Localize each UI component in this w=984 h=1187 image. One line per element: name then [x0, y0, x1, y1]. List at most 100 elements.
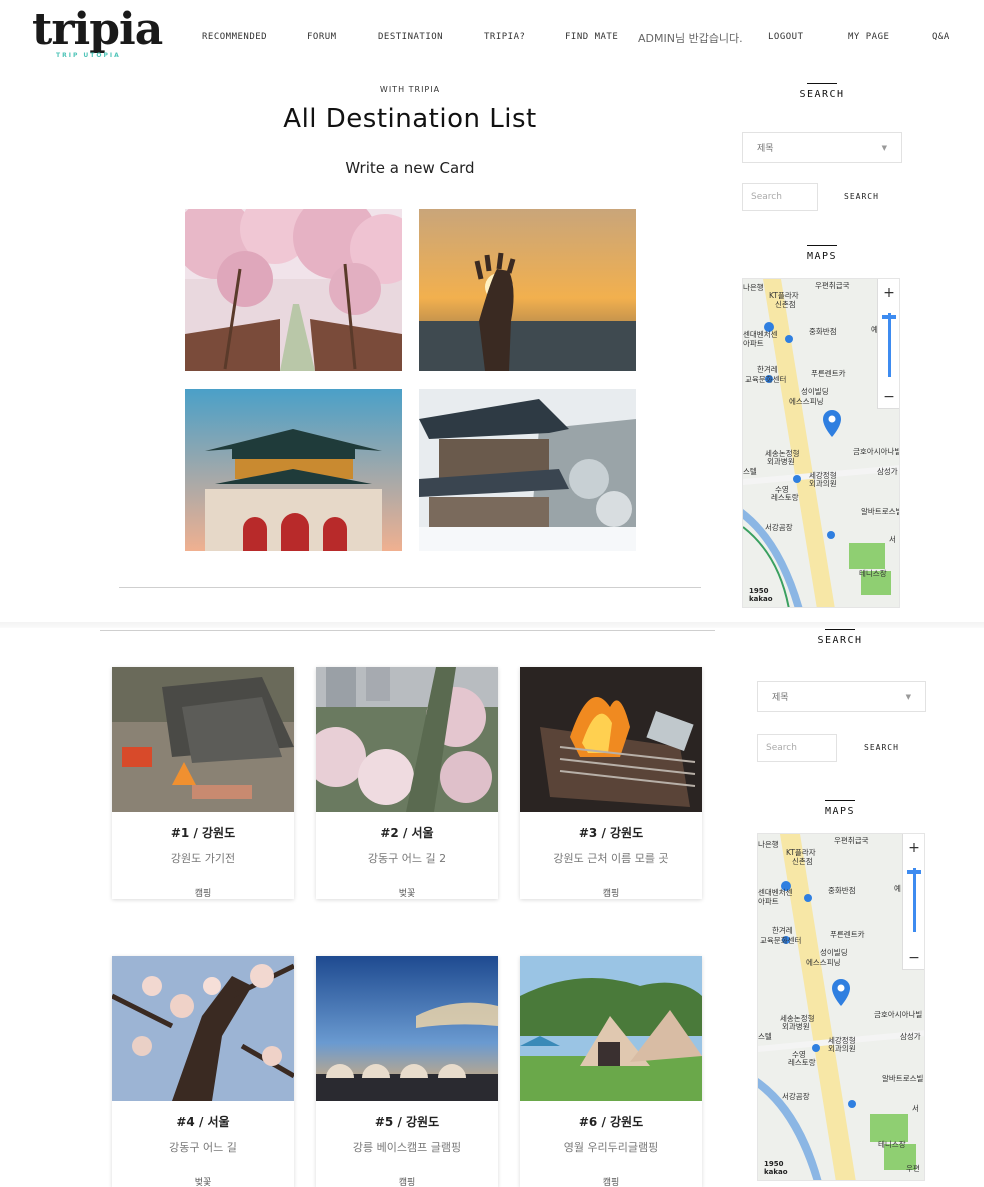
- card-title: #6 / 강원도: [578, 1115, 644, 1129]
- card-tag: 벚꽃: [194, 1178, 212, 1187]
- card-image-camping-tent[interactable]: [112, 667, 294, 812]
- section-divider: [119, 587, 701, 588]
- map-label: 레스토랑: [788, 1058, 816, 1067]
- zoom-slider-track[interactable]: [913, 868, 916, 932]
- card-image-cherry-blossom-road[interactable]: [316, 667, 498, 812]
- map-zoom-control[interactable]: + −: [902, 834, 924, 970]
- nav-recommended[interactable]: RECOMMENDED: [202, 32, 267, 42]
- map-label: 알바트로스빌: [882, 1074, 924, 1083]
- map-label: KT플라자: [769, 291, 799, 300]
- card-title: #5 / 강원도: [374, 1115, 440, 1129]
- search-input[interactable]: Search: [742, 183, 818, 211]
- map-label: 알바트로스빌: [861, 507, 900, 516]
- map-label: 성이빌딩: [820, 948, 848, 957]
- zoom-in-button[interactable]: +: [903, 838, 924, 858]
- map-attribution: 1950 kakao: [749, 587, 773, 603]
- map-label: 센대벤처센: [743, 330, 778, 339]
- nav-forum[interactable]: FORUM: [307, 32, 337, 42]
- page: tripia TRIP UTOPIA RECOMMENDED FORUM DES…: [0, 0, 984, 1187]
- map-widget[interactable]: 우편취급국 나은행 KT플라자 신촌점 중화반점 센대벤처센 아파트 예 한겨레…: [742, 278, 900, 608]
- card-title: #3 / 강원도: [578, 826, 644, 840]
- map-label: 푸른렌트카: [830, 930, 865, 939]
- map-label: 서강곰장: [765, 523, 793, 532]
- card-image-glamping-tents-meadow[interactable]: [520, 956, 702, 1101]
- card-image-cherry-blossom-branch[interactable]: [112, 956, 294, 1101]
- chevron-down-icon: ▼: [881, 143, 887, 152]
- search-input[interactable]: Search: [757, 734, 837, 762]
- card-image-glamping-domes-sunset[interactable]: [316, 956, 498, 1101]
- write-card-link[interactable]: Write a new Card: [0, 159, 820, 177]
- zoom-out-button[interactable]: −: [903, 948, 924, 968]
- map-label: 푸른렌트카: [811, 369, 846, 378]
- search-category-select[interactable]: 제목 ▼: [742, 132, 902, 163]
- map-label: 교육문화센터: [760, 936, 802, 945]
- zoom-slider-track[interactable]: [888, 313, 891, 377]
- map-label: 서강곰장: [782, 1092, 810, 1101]
- map-label: 신촌점: [775, 300, 796, 309]
- destination-card[interactable]: #5 / 강원도 강릉 베이스캠프 글램핑 캠핑: [316, 956, 498, 1187]
- section-divider: [100, 630, 715, 631]
- search-category-select[interactable]: 제목 ▼: [757, 681, 926, 712]
- destination-card[interactable]: #4 / 서울 강동구 어느 길 벚꽃: [112, 956, 294, 1187]
- map-label: 외과병원: [767, 457, 795, 466]
- destination-card[interactable]: #6 / 강원도 영월 우리두리글램핑 캠핑: [520, 956, 702, 1187]
- map-label: 스텔: [743, 467, 757, 476]
- map-label: 스텔: [758, 1032, 772, 1041]
- section-eyebrow: WITH TRIPIA: [379, 85, 441, 94]
- card-image-campfire-grill[interactable]: [520, 667, 702, 812]
- map-label: 테니스장: [878, 1140, 906, 1149]
- select-value: 제목: [772, 693, 789, 703]
- destination-image-snowy-temple[interactable]: [419, 389, 636, 551]
- destination-image-cherry-blossom-stream[interactable]: [185, 209, 402, 371]
- chevron-down-icon: ▼: [905, 692, 911, 701]
- card-description: 강원도 근처 이름 모를 곳: [553, 852, 669, 865]
- map-label: 레스토랑: [771, 493, 799, 502]
- search-button[interactable]: SEARCH: [844, 192, 879, 201]
- kakao-logo: kakao: [764, 1168, 788, 1176]
- zoom-out-button[interactable]: −: [878, 387, 899, 407]
- destination-card[interactable]: #3 / 강원도 강원도 근처 이름 모를 곳 캠핑: [520, 667, 702, 899]
- map-label: 우편취급국: [815, 281, 850, 290]
- card-tag: 벚꽃: [398, 889, 416, 899]
- card-description: 강동구 어느 길: [169, 1141, 237, 1154]
- map-label: 삼성가: [900, 1032, 921, 1041]
- nav-qna[interactable]: Q&A: [932, 32, 950, 42]
- top-nav: RECOMMENDED FORUM DESTINATION TRIPIA? FI…: [0, 32, 984, 46]
- destination-card[interactable]: #1 / 강원도 강원도 가기전 캠핑: [112, 667, 294, 899]
- map-label: 신촌점: [792, 857, 813, 866]
- map-attribution: 1950 kakao: [764, 1160, 788, 1176]
- zoom-slider-thumb[interactable]: [882, 315, 896, 319]
- map-label: 외과의원: [828, 1044, 856, 1053]
- map-label: 예: [894, 884, 901, 893]
- map-label: 외과의원: [809, 479, 837, 488]
- destination-card[interactable]: #2 / 서울 강동구 어느 길 2 벚꽃: [316, 667, 498, 899]
- zoom-slider-thumb[interactable]: [907, 870, 921, 874]
- map-year: 1950: [749, 587, 769, 595]
- map-zoom-control[interactable]: + −: [877, 279, 899, 409]
- search-button[interactable]: SEARCH: [864, 743, 899, 752]
- map-label: 나은행: [743, 283, 764, 292]
- user-greeting: ADMIN님 반갑습니다.: [638, 32, 743, 45]
- map-label: 중화반점: [809, 327, 837, 336]
- nav-find-mate[interactable]: FIND MATE: [565, 32, 618, 42]
- sidebar-search-title: SEARCH: [810, 635, 870, 646]
- destination-image-sunrise-hand[interactable]: [419, 209, 636, 371]
- nav-tripia[interactable]: TRIPIA?: [484, 32, 525, 42]
- map-label: 아파트: [758, 897, 779, 906]
- map-label: 우편취급국: [834, 836, 869, 845]
- map-widget[interactable]: 우편취급국 나은행 KT플라자 신촌점 중화반점 센대벤처센 아파트 예 한겨레…: [757, 833, 925, 1181]
- card-tag: 캠핑: [398, 1178, 416, 1187]
- map-label: 금호아시아나빌: [853, 447, 900, 456]
- map-label: 외과병원: [782, 1022, 810, 1031]
- map-label: 나은행: [758, 840, 779, 849]
- nav-logout[interactable]: LOGOUT: [768, 32, 804, 42]
- card-description: 강동구 어느 길 2: [367, 852, 447, 865]
- nav-destination[interactable]: DESTINATION: [378, 32, 443, 42]
- destination-image-palace-gate[interactable]: [185, 389, 402, 551]
- nav-my-page[interactable]: MY PAGE: [848, 32, 889, 42]
- map-label: 한겨레: [757, 365, 778, 374]
- page-title: All Destination List: [283, 104, 537, 134]
- card-title: #1 / 강원도: [170, 826, 236, 840]
- zoom-in-button[interactable]: +: [878, 283, 899, 303]
- sidebar-maps-title: MAPS: [810, 806, 870, 817]
